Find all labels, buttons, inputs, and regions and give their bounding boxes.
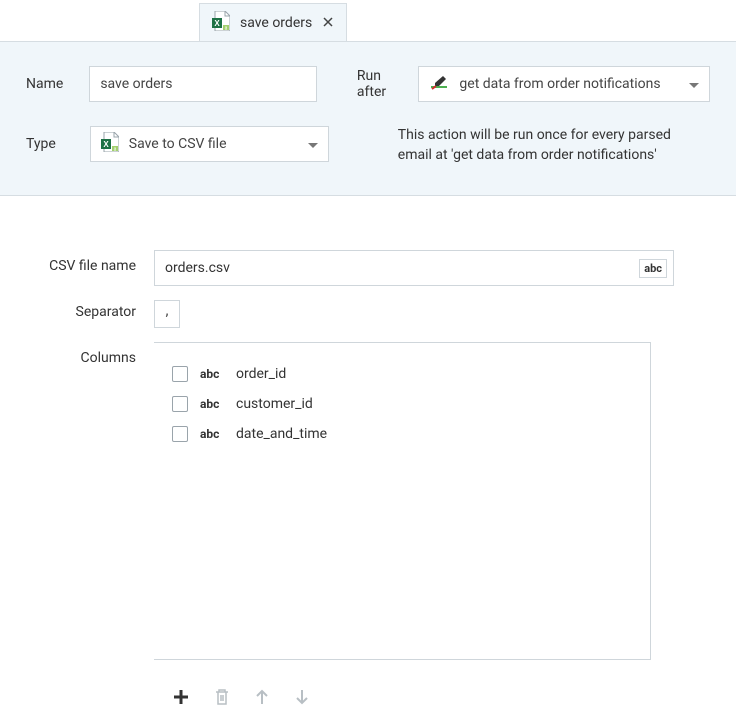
tab-save-orders[interactable]: X a save orders bbox=[199, 3, 347, 41]
list-item[interactable]: abc customer_id bbox=[172, 389, 632, 419]
type-abc-icon: abc bbox=[200, 367, 224, 381]
type-value: Save to CSV file bbox=[129, 136, 227, 152]
svg-text:X: X bbox=[214, 19, 220, 28]
separator-label: Separator bbox=[22, 300, 136, 320]
type-select[interactable]: X a Save to CSV file bbox=[90, 126, 329, 162]
column-name: date_and_time bbox=[236, 426, 327, 442]
abc-badge[interactable]: abc bbox=[639, 259, 667, 278]
columns-toolbar bbox=[22, 674, 714, 706]
columns-list: abc order_id abc customer_id abc date_an… bbox=[154, 342, 651, 660]
header-panel: Name Run after get data from order notif… bbox=[0, 42, 736, 196]
runafter-select[interactable]: get data from order notifications bbox=[418, 66, 710, 102]
type-label: Type bbox=[26, 126, 56, 152]
columns-label: Columns bbox=[22, 342, 136, 366]
column-name: order_id bbox=[236, 366, 286, 382]
name-input[interactable] bbox=[89, 66, 317, 102]
checkbox[interactable] bbox=[172, 396, 188, 412]
csv-filename-field[interactable] bbox=[165, 260, 639, 276]
svg-text:a: a bbox=[225, 25, 228, 31]
run-after-help: This action will be run once for every p… bbox=[398, 126, 698, 165]
separator-input[interactable]: , bbox=[154, 300, 180, 328]
checkbox[interactable] bbox=[172, 366, 188, 382]
highlight-icon bbox=[429, 74, 449, 94]
excel-icon: X a bbox=[212, 11, 230, 35]
chevron-down-icon bbox=[308, 137, 318, 153]
csv-filename-label: CSV file name bbox=[22, 250, 136, 274]
name-label: Name bbox=[26, 76, 63, 92]
list-item[interactable]: abc order_id bbox=[172, 359, 632, 389]
body-panel: CSV file name abc Separator , Columns ab… bbox=[0, 196, 736, 726]
delete-icon[interactable] bbox=[214, 688, 230, 706]
column-name: customer_id bbox=[236, 396, 313, 412]
tab-title: save orders bbox=[240, 15, 312, 31]
svg-text:X: X bbox=[103, 140, 109, 149]
svg-text:a: a bbox=[113, 147, 116, 153]
move-up-icon[interactable] bbox=[254, 688, 270, 706]
name-input-field[interactable] bbox=[100, 76, 306, 92]
csv-filename-input[interactable]: abc bbox=[154, 250, 674, 286]
move-down-icon[interactable] bbox=[294, 688, 310, 706]
list-item[interactable]: abc date_and_time bbox=[172, 419, 632, 449]
type-abc-icon: abc bbox=[200, 427, 224, 441]
excel-icon: X a bbox=[101, 132, 119, 156]
close-icon[interactable] bbox=[322, 13, 334, 32]
runafter-value: get data from order notifications bbox=[459, 76, 660, 92]
add-icon[interactable] bbox=[172, 688, 190, 706]
chevron-down-icon bbox=[689, 77, 699, 93]
type-abc-icon: abc bbox=[200, 397, 224, 411]
tab-bar: X a save orders bbox=[0, 0, 736, 42]
checkbox[interactable] bbox=[172, 426, 188, 442]
runafter-label: Run after bbox=[357, 68, 411, 100]
